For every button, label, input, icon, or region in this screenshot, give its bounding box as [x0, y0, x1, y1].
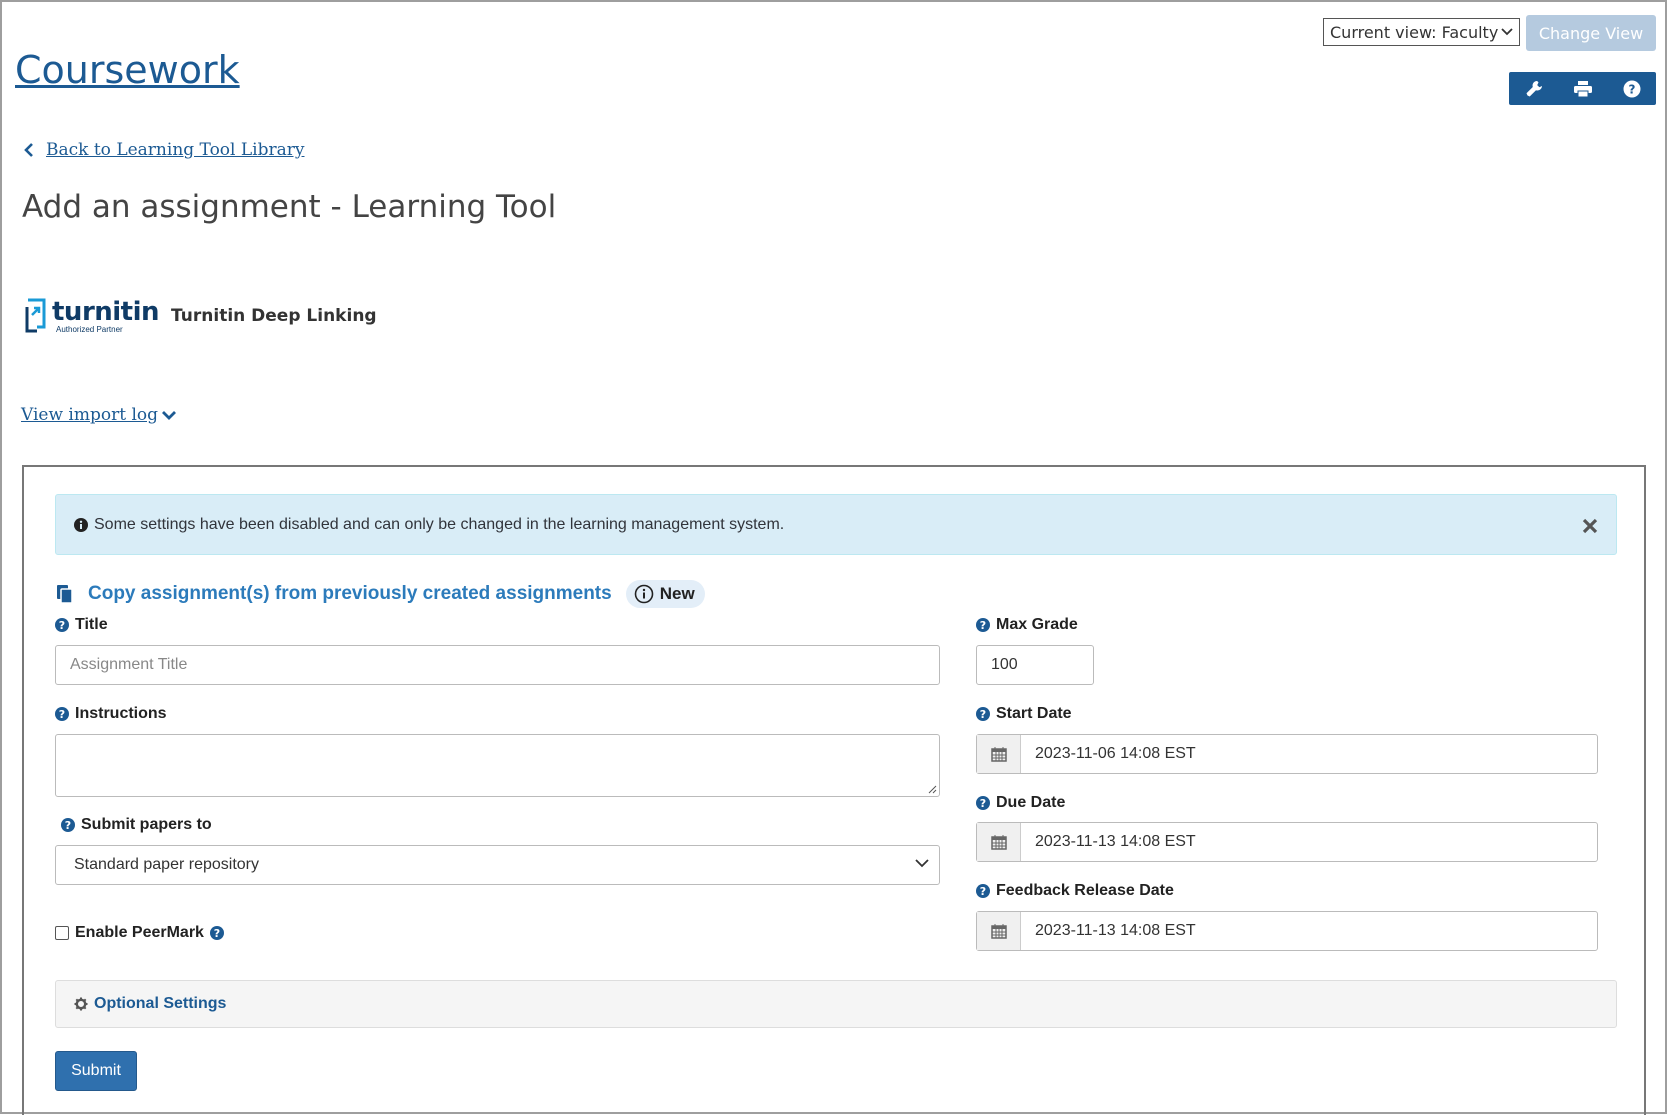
max-grade-label: ? Max Grade [976, 616, 1078, 634]
submit-button[interactable]: Submit [55, 1051, 137, 1091]
import-log-label: View import log [21, 405, 159, 425]
chevron-down-icon [915, 859, 929, 868]
help-icon[interactable]: ? [209, 926, 224, 940]
calendar-icon[interactable] [977, 735, 1021, 773]
optional-settings-toggle[interactable]: Optional Settings [55, 980, 1617, 1028]
help-icon[interactable]: ? [55, 618, 69, 632]
calendar-icon[interactable] [977, 823, 1021, 861]
due-date-label-text: Due Date [996, 794, 1066, 811]
due-date-input[interactable]: 2023-11-13 14:08 EST [976, 822, 1598, 862]
disabled-settings-alert: Some settings have been disabled and can… [55, 494, 1617, 555]
new-badge-label: New [659, 584, 695, 603]
help-icon[interactable]: ? [1617, 74, 1647, 104]
new-badge: New [625, 580, 705, 608]
instructions-textarea[interactable] [55, 734, 940, 797]
max-grade-input[interactable]: 100 [976, 645, 1094, 685]
start-date-value: 2023-11-06 14:08 EST [1035, 745, 1196, 762]
help-icon[interactable]: ? [976, 707, 990, 721]
copy-assignments-label: Copy assignment(s) from previously creat… [88, 583, 612, 604]
view-import-log-link[interactable]: View import log [21, 405, 177, 425]
peermark-checkbox[interactable] [55, 926, 69, 940]
peermark-label: Enable PeerMark [75, 924, 204, 941]
start-date-input[interactable]: 2023-11-06 14:08 EST [976, 734, 1598, 774]
feedback-date-label: ? Feedback Release Date [976, 882, 1174, 900]
help-icon[interactable]: ? [55, 707, 69, 721]
help-icon[interactable]: ? [61, 818, 75, 832]
view-select[interactable]: Current view: Faculty [1323, 18, 1520, 46]
info-circle-icon [634, 584, 654, 604]
submit-papers-label-text: Submit papers to [81, 816, 212, 833]
close-icon[interactable] [1582, 513, 1598, 541]
title-input-placeholder: Assignment Title [70, 656, 188, 673]
feedback-date-label-text: Feedback Release Date [996, 882, 1174, 899]
copy-assignments-link[interactable]: Copy assignment(s) from previously creat… [56, 580, 705, 608]
back-to-library-link[interactable]: Back to Learning Tool Library [24, 140, 305, 160]
turnitin-logo-subtitle: Authorized Partner [56, 324, 123, 334]
instructions-label: ? Instructions [55, 705, 167, 723]
svg-text:?: ? [1628, 82, 1635, 96]
help-icon[interactable]: ? [976, 884, 990, 898]
print-icon[interactable] [1568, 74, 1598, 104]
back-link-label: Back to Learning Tool Library [46, 140, 305, 160]
due-date-label: ? Due Date [976, 794, 1065, 812]
feedback-date-value: 2023-11-13 14:08 EST [1035, 922, 1196, 939]
site-title[interactable]: Coursework [15, 48, 240, 92]
instructions-label-text: Instructions [75, 705, 167, 722]
max-grade-label-text: Max Grade [996, 616, 1078, 633]
title-input[interactable]: Assignment Title [55, 645, 940, 685]
wrench-icon[interactable] [1519, 74, 1549, 104]
start-date-label-text: Start Date [996, 705, 1072, 722]
optional-settings-label: Optional Settings [94, 995, 227, 1012]
copy-icon [57, 585, 73, 604]
change-view-button[interactable]: Change View [1526, 15, 1656, 51]
title-label-text: Title [75, 616, 108, 633]
gear-icon [74, 997, 88, 1011]
view-select-value: Current view: Faculty [1330, 22, 1499, 42]
tool-name: Turnitin Deep Linking [171, 306, 377, 326]
feedback-date-input[interactable]: 2023-11-13 14:08 EST [976, 911, 1598, 951]
peermark-checkbox-row[interactable]: Enable PeerMark ? [55, 924, 224, 942]
help-icon[interactable]: ? [976, 796, 990, 810]
due-date-value: 2023-11-13 14:08 EST [1035, 833, 1196, 850]
submit-papers-value: Standard paper repository [74, 856, 259, 873]
turnitin-logo-word: turnitin [52, 296, 160, 327]
calendar-icon[interactable] [977, 912, 1021, 950]
chevron-down-icon [1501, 28, 1513, 36]
submit-papers-label: ? Submit papers to [61, 816, 212, 834]
resize-grip-icon[interactable] [927, 784, 937, 794]
max-grade-value: 100 [991, 656, 1018, 673]
alert-message: Some settings have been disabled and can… [94, 515, 785, 533]
turnitin-logo: turnitin Authorized Partner Turnitin Dee… [24, 297, 377, 335]
tool-toolbar: ? [1509, 72, 1656, 105]
page-title: Add an assignment - Learning Tool [22, 189, 557, 225]
chevron-left-icon [24, 143, 33, 157]
turnitin-logo-mark-icon [25, 298, 46, 333]
help-icon[interactable]: ? [976, 618, 990, 632]
chevron-down-icon [162, 411, 177, 420]
start-date-label: ? Start Date [976, 705, 1072, 723]
title-label: ? Title [55, 616, 108, 634]
submit-papers-select[interactable]: Standard paper repository [55, 845, 940, 885]
info-icon [74, 517, 88, 532]
